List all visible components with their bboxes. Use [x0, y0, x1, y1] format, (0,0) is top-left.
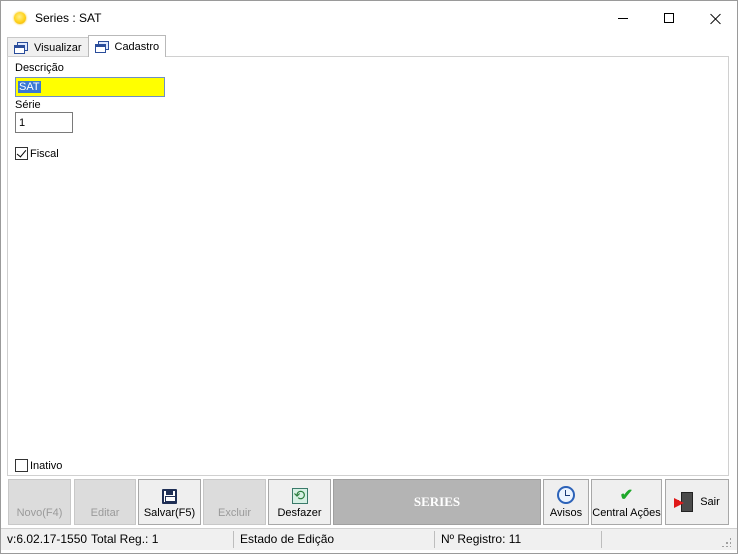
desfazer-button[interactable]: Desfazer	[268, 479, 331, 525]
series-banner: SERIES	[333, 479, 541, 525]
status-divider	[233, 531, 234, 548]
checkmark-icon: ✔	[619, 487, 634, 504]
descricao-value: SAT	[18, 81, 41, 93]
inativo-checkbox[interactable]: Inativo	[15, 459, 62, 472]
checkbox-checked-icon	[15, 147, 28, 160]
checkbox-unchecked-icon	[15, 459, 28, 472]
fiscal-label: Fiscal	[30, 147, 59, 160]
central-acoes-button[interactable]: ✔ Central Ações	[591, 479, 662, 525]
version-text: v:6.02.17-1550	[7, 532, 88, 546]
total-records-text: Total Reg.: 1	[91, 532, 159, 546]
record-number-text: Nº Registro: 11	[441, 532, 522, 546]
descricao-label: Descrição	[15, 62, 64, 74]
excluir-label: Excluir	[217, 507, 251, 519]
status-divider	[434, 531, 435, 548]
sair-button[interactable]: Sair	[665, 479, 729, 525]
serie-label: Série	[15, 99, 41, 111]
tab-cadastro[interactable]: Cadastro	[87, 35, 167, 57]
status-bar: v:6.02.17-1550 Total Reg.: 1 Estado de E…	[1, 528, 737, 550]
avisos-label: Avisos	[549, 507, 583, 519]
desfazer-label: Desfazer	[277, 507, 322, 519]
window-icon	[14, 41, 28, 54]
clock-icon	[557, 486, 575, 504]
avisos-button[interactable]: Avisos	[543, 479, 589, 525]
cadastro-panel: Descrição SAT Série 1 Fiscal Inativo	[7, 56, 729, 476]
sair-label: Sair	[700, 496, 720, 508]
excluir-button[interactable]: Excluir	[203, 479, 266, 525]
window-title: Series : SAT	[35, 11, 102, 25]
maximize-button[interactable]	[646, 1, 692, 35]
tab-strip: Visualizar Cadastro	[7, 35, 167, 57]
close-button[interactable]	[692, 1, 738, 35]
status-divider	[601, 531, 602, 548]
minimize-button[interactable]	[600, 1, 646, 35]
central-label: Central Ações	[592, 507, 661, 519]
title-bar: Series : SAT	[1, 1, 737, 35]
maximize-icon	[664, 13, 674, 23]
exit-door-icon	[674, 492, 694, 512]
minimize-icon	[618, 17, 628, 19]
app-window: Series : SAT Visualizar Cadastro Descriç…	[0, 0, 738, 554]
salvar-button[interactable]: Salvar(F5)	[138, 479, 201, 525]
inativo-label: Inativo	[30, 459, 63, 472]
editar-label: Editar	[90, 507, 120, 519]
tab-label: Cadastro	[114, 40, 160, 53]
save-icon	[162, 489, 177, 504]
action-toolbar: Novo(F4) Editar Salvar(F5) Excluir Desfa…	[7, 477, 729, 527]
sun-icon	[14, 12, 26, 24]
novo-button[interactable]: Novo(F4)	[8, 479, 71, 525]
descricao-input[interactable]: SAT	[15, 77, 165, 97]
fiscal-checkbox[interactable]: Fiscal	[15, 147, 59, 160]
close-icon	[710, 13, 721, 24]
serie-input[interactable]: 1	[15, 112, 73, 133]
salvar-label: Salvar(F5)	[143, 507, 196, 519]
edit-state-text: Estado de Edição	[240, 532, 335, 546]
tab-visualizar[interactable]: Visualizar	[7, 37, 89, 57]
resize-grip-icon[interactable]	[721, 537, 731, 547]
tab-label: Visualizar	[34, 41, 82, 54]
window-icon	[94, 40, 109, 53]
editar-button[interactable]: Editar	[74, 479, 136, 525]
novo-label: Novo(F4)	[16, 507, 63, 519]
undo-icon	[291, 487, 308, 504]
